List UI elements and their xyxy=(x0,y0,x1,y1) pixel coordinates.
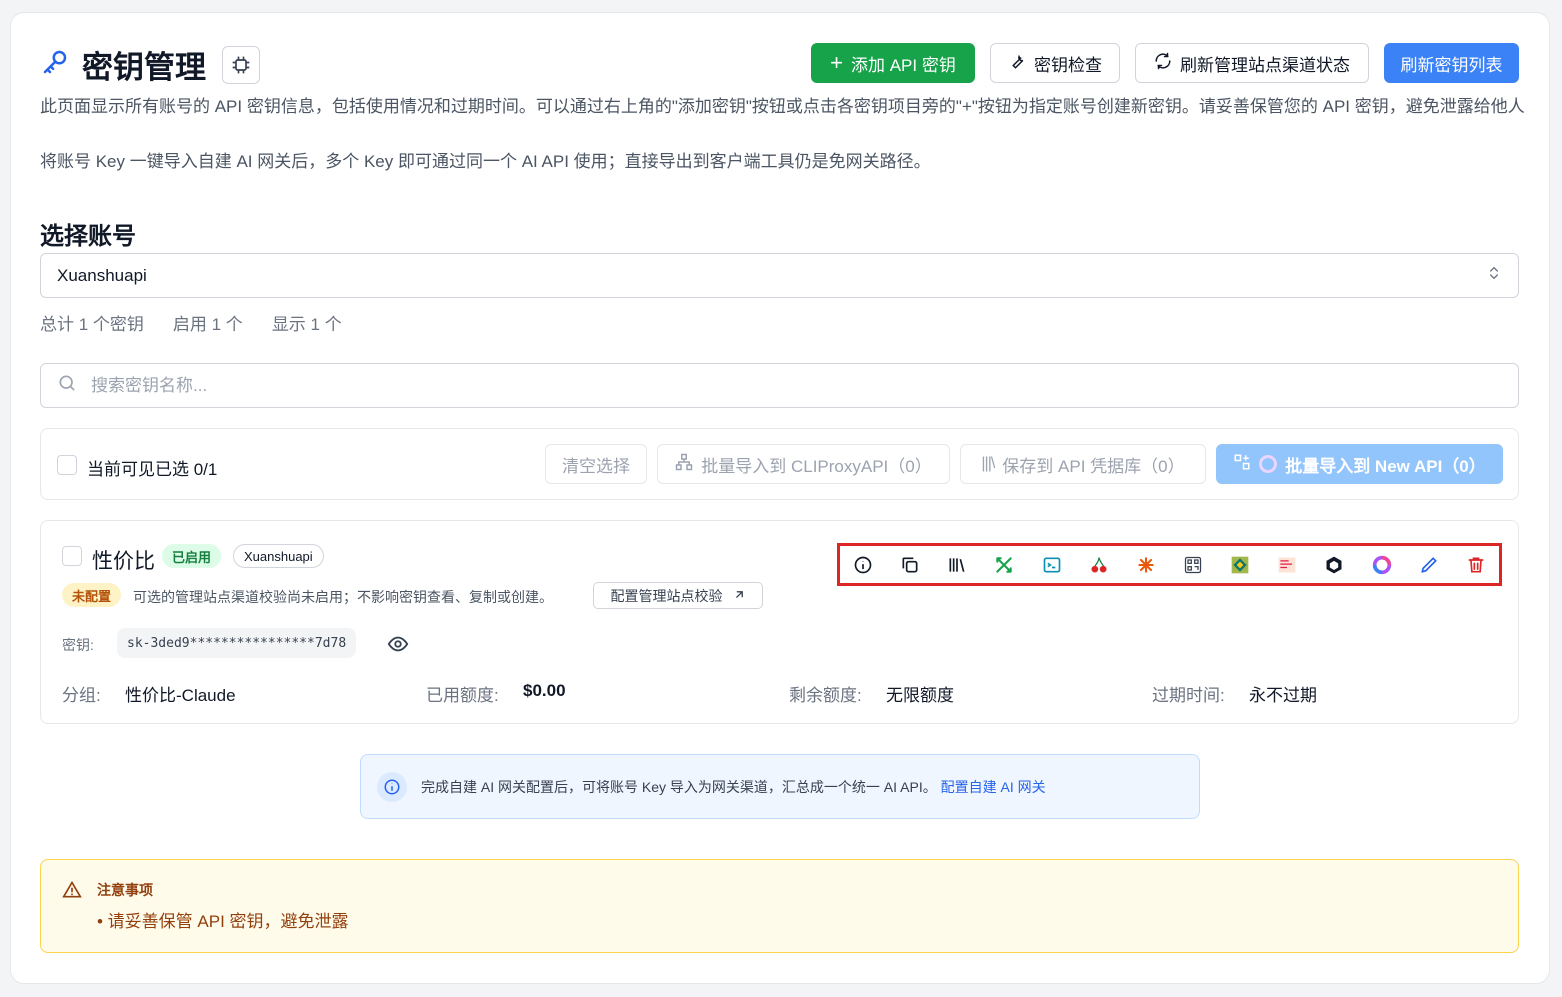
plus-icon: + xyxy=(830,50,843,75)
stat-total: 总计 1 个密钥 xyxy=(40,315,144,334)
account-badge: Xuanshuapi xyxy=(233,544,324,568)
selected-count-label: 当前可见已选 0/1 xyxy=(87,460,218,479)
newapi-logo-icon xyxy=(1259,455,1278,473)
stat-shown: 显示 1 个 xyxy=(271,315,342,334)
import-cliproxy-button[interactable]: 批量导入到 CLIProxyAPI（0） xyxy=(657,444,950,484)
account-select[interactable]: Xuanshuapi xyxy=(40,253,1519,298)
notice-box: 注意事项 • 请妥善保管 API 密钥，避免泄露 xyxy=(40,859,1519,953)
chip-settings-button[interactable] xyxy=(222,45,260,84)
transfer-icon xyxy=(1233,453,1251,476)
key-value: sk-3ded9****************7d78 xyxy=(117,628,357,658)
refresh-channel-status-button[interactable]: 刷新管理站点渠道状态 xyxy=(1135,43,1369,83)
notice-title: 注意事项 xyxy=(97,882,153,898)
add-api-key-button[interactable]: + 添加 API 密钥 xyxy=(811,43,975,83)
key-name: 性价比 xyxy=(92,550,155,573)
used-quota-label: 已用额度: xyxy=(426,686,499,705)
search-input[interactable] xyxy=(91,375,1391,396)
import-newapi-button[interactable]: 批量导入到 New API（0） xyxy=(1216,444,1503,484)
expire-value: 永不过期 xyxy=(1249,686,1317,705)
tools-icon[interactable] xyxy=(993,554,1015,576)
refresh-key-list-button[interactable]: 刷新密钥列表 xyxy=(1384,43,1519,83)
copy-icon[interactable] xyxy=(899,554,921,576)
terminal-icon[interactable] xyxy=(1041,554,1063,576)
clear-selection-button[interactable]: 清空选择 xyxy=(545,444,647,484)
search-box xyxy=(40,363,1519,408)
info-circle-icon xyxy=(377,771,407,802)
refresh-icon xyxy=(1154,52,1172,75)
key-item-checkbox[interactable] xyxy=(62,546,82,566)
info-icon[interactable] xyxy=(852,554,874,576)
page-header: 密钥管理 xyxy=(40,42,260,87)
group-label: 分组: xyxy=(62,686,101,705)
cube-colorful-icon[interactable] xyxy=(1229,554,1251,576)
status-badge: 已启用 xyxy=(162,544,222,568)
config-validation-button[interactable]: 配置管理站点校验 xyxy=(593,582,763,609)
select-all-checkbox[interactable] xyxy=(57,455,77,475)
trash-icon[interactable] xyxy=(1465,554,1487,576)
warning-icon xyxy=(62,880,82,905)
account-heading: 选择账号 xyxy=(40,223,136,250)
search-icon xyxy=(57,373,77,398)
used-quota-value: $0.00 xyxy=(523,681,566,700)
config-status-badge: 未配置 xyxy=(62,583,122,607)
wrench-icon xyxy=(1008,52,1026,75)
key-stats: 总计 1 个密钥 启用 1 个 显示 1 个 xyxy=(40,310,342,335)
gateway-info-banner: 完成自建 AI 网关配置后，可将账号 Key 导入为网关渠道，汇总成一个统一 A… xyxy=(360,754,1200,819)
box-icon[interactable] xyxy=(1323,554,1345,576)
chevron-updown-icon xyxy=(1486,265,1502,286)
key-action-toolbar xyxy=(837,543,1502,586)
key-icon xyxy=(40,47,70,82)
notice-item: • 请妥善保管 API 密钥，避免泄露 xyxy=(97,912,349,931)
gateway-info-text: 完成自建 AI 网关配置后，可将账号 Key 导入为网关渠道，汇总成一个统一 A… xyxy=(421,778,937,795)
library-icon: |||\ xyxy=(981,455,995,472)
account-select-value: Xuanshuapi xyxy=(57,265,147,285)
page-description: 此页面显示所有账号的 API 密钥信息，包括使用情况和过期时间。可以通过右上角的… xyxy=(40,97,1525,116)
key-label: 密钥: xyxy=(62,637,94,653)
gateway-description: 将账号 Key 一键导入自建 AI 网关后，多个 Key 即可通过同一个 AI … xyxy=(40,152,931,171)
stat-enabled: 启用 1 个 xyxy=(172,315,243,334)
key-check-button[interactable]: 密钥检查 xyxy=(990,43,1120,83)
gateway-config-link[interactable]: 配置自建 AI 网关 xyxy=(941,779,1046,795)
pencil-icon[interactable] xyxy=(1418,554,1440,576)
library-icon[interactable] xyxy=(946,554,968,576)
network-icon xyxy=(675,453,693,476)
cherry-icon[interactable] xyxy=(1088,554,1110,576)
eye-icon[interactable] xyxy=(387,633,409,660)
remaining-quota-label: 剩余额度: xyxy=(789,686,862,705)
ring-icon[interactable] xyxy=(1371,554,1393,576)
qr-icon[interactable] xyxy=(1182,554,1204,576)
page-title: 密钥管理 xyxy=(82,50,206,85)
save-vault-button[interactable]: |||\ 保存到 API 凭据库（0） xyxy=(960,444,1206,484)
config-note: 可选的管理站点渠道校验尚未启用；不影响密钥查看、复制或创建。 xyxy=(133,589,553,605)
expire-label: 过期时间: xyxy=(1152,686,1225,705)
external-link-icon xyxy=(733,588,746,604)
remaining-quota-value: 无限额度 xyxy=(886,686,954,705)
sunburst-icon[interactable] xyxy=(1135,554,1157,576)
gradient-icon[interactable] xyxy=(1276,554,1298,576)
group-value: 性价比-Claude xyxy=(125,686,236,705)
